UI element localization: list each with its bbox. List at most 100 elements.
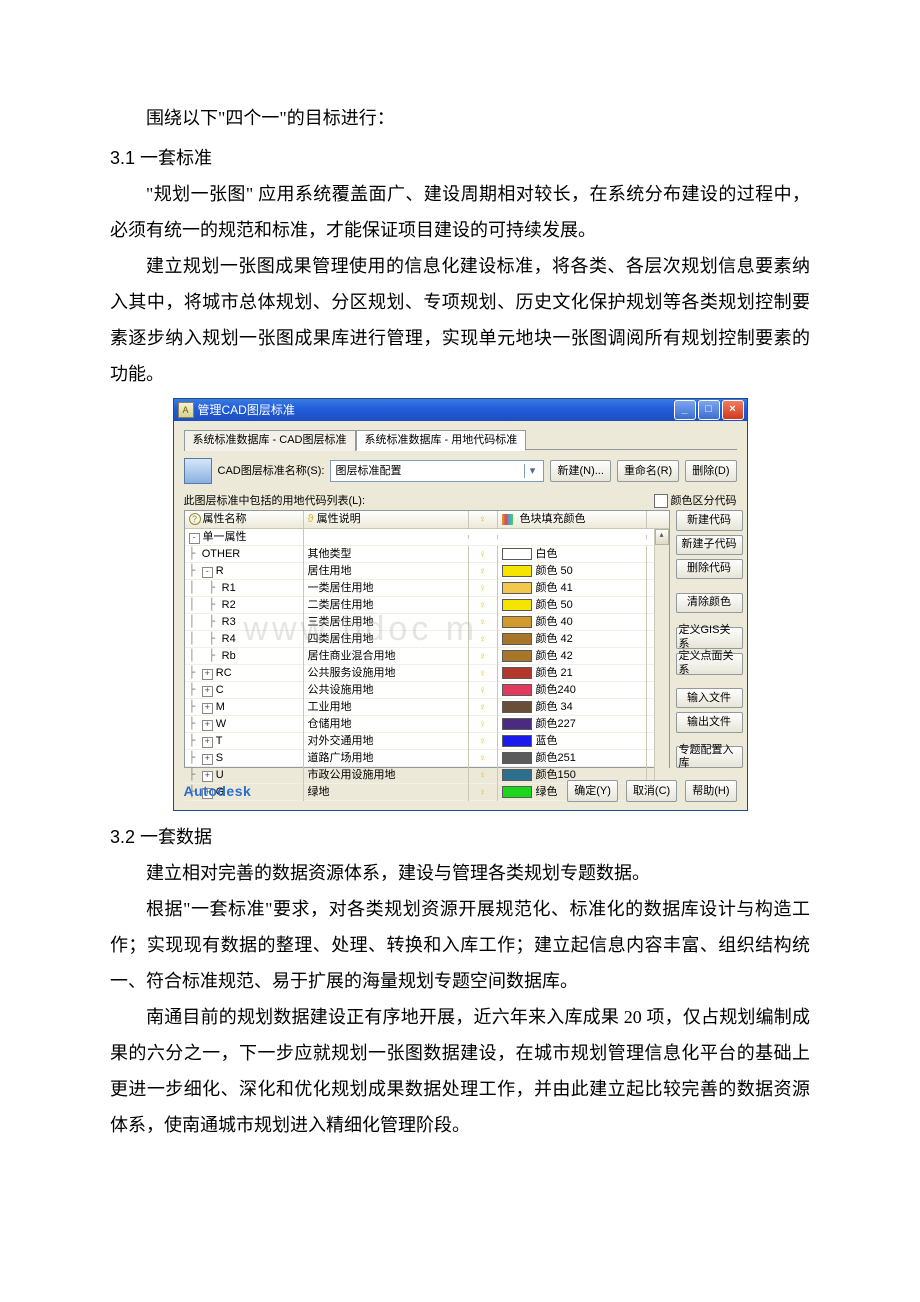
tree-toggle-icon[interactable]: + xyxy=(202,754,213,765)
scroll-up-icon[interactable]: ▴ xyxy=(655,529,669,545)
color-label: 白色 xyxy=(536,548,558,561)
bulb-icon[interactable]: ♀ xyxy=(479,651,487,662)
tree-toggle-icon[interactable]: + xyxy=(202,771,213,782)
tab-cad-layer-std[interactable]: 系统标准数据库 - CAD图层标准 xyxy=(184,430,356,451)
body-para: "规划一张图" 应用系统覆盖面广、建设周期相对较长，在系统分布建设的过程中，必须… xyxy=(110,176,810,248)
code-desc: 一类居住用地 xyxy=(304,580,469,597)
color-label: 颜色 21 xyxy=(536,667,573,680)
table-row[interactable]: │ ├ R2二类居住用地♀颜色 50 xyxy=(185,597,654,614)
body-para: 根据"一套标准"要求，对各类规划资源开展规范化、标准化的数据库设计与构造工作；实… xyxy=(110,891,810,999)
std-name-label: CAD图层标准名称(S): xyxy=(218,465,325,478)
col-color-header[interactable]: 色块填充颜色 xyxy=(498,511,647,528)
bulb-icon[interactable]: ♀ xyxy=(479,770,487,781)
vertical-scrollbar[interactable]: ▴ ▾ xyxy=(654,529,669,801)
table-row[interactable]: │ ├ R4四类居住用地♀颜色 42 xyxy=(185,631,654,648)
define-pf-button[interactable]: 定义点面关系 xyxy=(676,653,743,675)
bulb-icon[interactable]: ♀ xyxy=(479,600,487,611)
bulb-icon[interactable]: ♀ xyxy=(479,668,487,679)
body-para: 建立相对完善的数据资源体系，建设与管理各类规划专题数据。 xyxy=(110,855,810,891)
app-icon: A xyxy=(178,402,194,418)
tree-toggle-icon[interactable]: + xyxy=(202,703,213,714)
define-gis-button[interactable]: 定义GIS关系 xyxy=(676,627,743,649)
question-icon: ? xyxy=(189,513,201,525)
bulb-icon[interactable]: ♀ xyxy=(479,566,487,577)
delete-code-button[interactable]: 删除代码 xyxy=(676,559,743,579)
close-button[interactable]: × xyxy=(722,400,744,420)
table-row[interactable]: ├ +RC公共服务设施用地♀颜色 21 xyxy=(185,665,654,682)
color-swatch-icon xyxy=(502,735,532,747)
code-desc: 居住商业混合用地 xyxy=(304,648,469,665)
code-desc: 二类居住用地 xyxy=(304,597,469,614)
action-sidebar: 新建代码 新建子代码 删除代码 清除颜色 定义GIS关系 定义点面关系 输入文件… xyxy=(676,510,737,768)
color-swatch-icon xyxy=(502,667,532,679)
table-row[interactable]: ├ +C公共设施用地♀颜色240 xyxy=(185,682,654,699)
bulb-icon[interactable]: ♀ xyxy=(479,753,487,764)
std-name-select[interactable]: 图层标准配置 ▾ xyxy=(330,460,544,482)
code-desc: 绿地 xyxy=(304,784,469,801)
code-desc: 公共设施用地 xyxy=(304,682,469,699)
table-row[interactable]: ├ +T对外交通用地♀蓝色 xyxy=(185,733,654,750)
col-vis-header[interactable]: ♀ xyxy=(469,511,498,528)
tree-toggle-icon[interactable]: + xyxy=(202,720,213,731)
tabstrip: 系统标准数据库 - CAD图层标准 系统标准数据库 - 用地代码标准 xyxy=(184,429,737,450)
code-desc: 其他类型 xyxy=(304,546,469,563)
section-title: 一套标准 xyxy=(140,148,212,168)
help-button[interactable]: 帮助(H) xyxy=(685,780,736,802)
table-row[interactable]: ├ +W仓储用地♀颜色227 xyxy=(185,716,654,733)
cancel-button[interactable]: 取消(C) xyxy=(626,780,677,802)
table-row[interactable]: ├ OTHER其他类型♀白色 xyxy=(185,546,654,563)
code-name: OTHER xyxy=(202,548,241,560)
table-row[interactable]: ├ -R居住用地♀颜色 50 xyxy=(185,563,654,580)
bulb-icon[interactable]: ♀ xyxy=(479,719,487,730)
rename-button[interactable]: 重命名(R) xyxy=(617,460,679,482)
autodesk-brand: Autodesk xyxy=(184,783,252,800)
section-number: 3.2 xyxy=(110,827,140,847)
delete-button[interactable]: 删除(D) xyxy=(685,460,736,482)
body-para: 南通目前的规划数据建设正有序地开展，近六年来入库成果 20 项，仅占规划编制成果… xyxy=(110,999,810,1143)
table-row[interactable]: │ ├ R3三类居住用地♀颜色 40 xyxy=(185,614,654,631)
new-button[interactable]: 新建(N)... xyxy=(550,460,610,482)
color-distinguish-checkbox[interactable]: 颜色区分代码 xyxy=(654,494,737,508)
bulb-icon[interactable]: ♀ xyxy=(479,549,487,560)
tree-toggle-icon[interactable]: + xyxy=(202,737,213,748)
bulb-icon[interactable]: ♀ xyxy=(479,634,487,645)
color-label: 颜色 42 xyxy=(536,650,573,663)
export-file-button[interactable]: 输出文件 xyxy=(676,712,743,732)
table-row[interactable]: ├ +S道路广场用地♀颜色251 xyxy=(185,750,654,767)
window-titlebar[interactable]: A 管理CAD图层标准 _ □ × xyxy=(174,399,747,421)
checkbox-icon xyxy=(654,494,668,508)
bulb-icon[interactable]: ♀ xyxy=(479,787,487,798)
new-code-button[interactable]: 新建代码 xyxy=(676,510,743,530)
bulb-icon[interactable]: ♀ xyxy=(479,736,487,747)
table-row[interactable]: ├ +M工业用地♀颜色 34 xyxy=(185,699,654,716)
code-desc: 居住用地 xyxy=(304,563,469,580)
tree-toggle-icon[interactable]: - xyxy=(202,567,213,578)
tree-toggle-icon[interactable]: - xyxy=(189,533,200,544)
table-row[interactable]: │ ├ Rb居住商业混合用地♀颜色 42 xyxy=(185,648,654,665)
col-name-header[interactable]: ?属性名称 xyxy=(185,511,304,528)
ok-button[interactable]: 确定(Y) xyxy=(567,780,618,802)
code-table: ?属性名称 ϑ 属性说明 ♀ 色块填充颜色 xyxy=(184,510,670,768)
color-swatch-icon xyxy=(502,752,532,764)
section-number: 3.1 xyxy=(110,148,140,168)
col-desc-header[interactable]: ϑ 属性说明 xyxy=(304,511,469,528)
section-3-2-heading: 3.2 一套数据 xyxy=(110,819,810,855)
table-row[interactable]: │ ├ R1一类居住用地♀颜色 41 xyxy=(185,580,654,597)
clear-color-button[interactable]: 清除颜色 xyxy=(676,593,743,613)
tree-toggle-icon[interactable]: + xyxy=(202,669,213,680)
tree-toggle-icon[interactable]: + xyxy=(202,686,213,697)
bulb-icon[interactable]: ♀ xyxy=(479,617,487,628)
code-name: R2 xyxy=(222,599,236,611)
import-file-button[interactable]: 输入文件 xyxy=(676,688,743,708)
new-subcode-button[interactable]: 新建子代码 xyxy=(676,535,743,555)
code-desc: 工业用地 xyxy=(304,699,469,716)
theme-config-button[interactable]: 专题配置入库 xyxy=(676,746,743,768)
maximize-button[interactable]: □ xyxy=(698,400,720,420)
tab-landcode-std[interactable]: 系统标准数据库 - 用地代码标准 xyxy=(356,430,527,451)
bulb-icon[interactable]: ♀ xyxy=(479,702,487,713)
minimize-button[interactable]: _ xyxy=(674,400,696,420)
table-row[interactable]: -单一属性 xyxy=(185,529,654,546)
color-swatch-icon xyxy=(502,650,532,662)
bulb-icon[interactable]: ♀ xyxy=(479,685,487,696)
bulb-icon[interactable]: ♀ xyxy=(479,583,487,594)
